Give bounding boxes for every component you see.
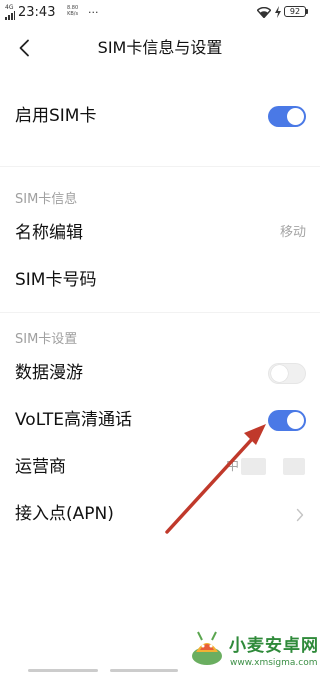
watermark-name: 小麦安卓网 [229, 636, 319, 656]
nav-hint-center [110, 669, 178, 672]
nav-hint-left [28, 669, 98, 672]
annotation-arrow [165, 424, 266, 534]
android-logo-icon [192, 631, 222, 665]
watermark-url: www.xmsigma.com [230, 658, 318, 668]
watermark: 小麦安卓网 www.xmsigma.com [188, 622, 320, 675]
